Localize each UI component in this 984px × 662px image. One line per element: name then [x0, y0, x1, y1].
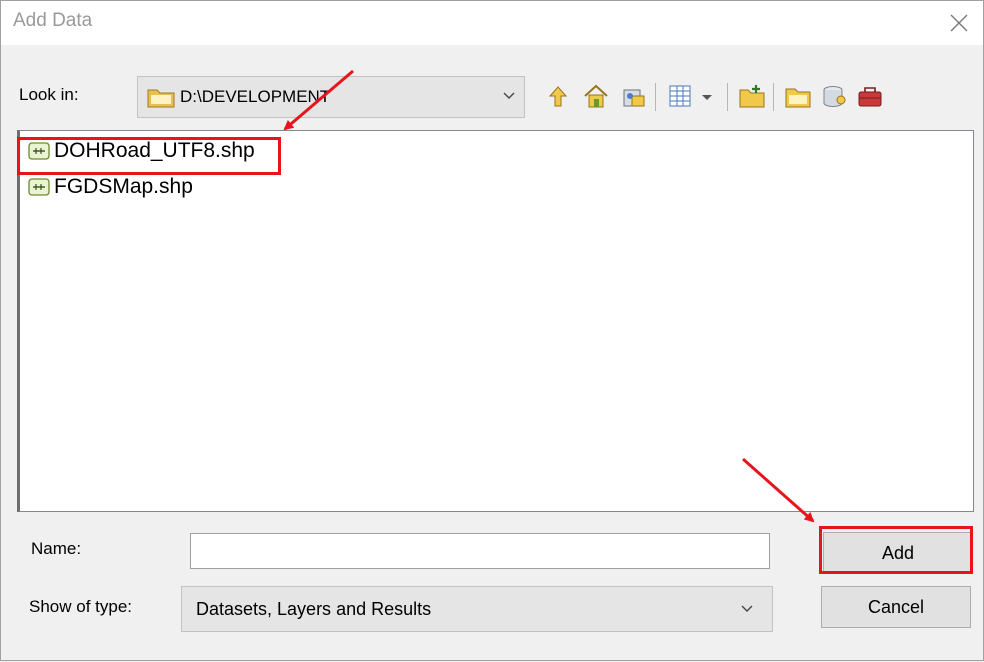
- chevron-down-icon: [502, 89, 516, 108]
- name-label: Name:: [31, 539, 82, 558]
- add-button[interactable]: Add: [823, 532, 973, 574]
- file-name: DOHRoad_UTF8.shp: [54, 139, 255, 162]
- look-in-path: D:\DEVELOPMENT: [180, 87, 331, 106]
- chevron-down-icon: [740, 602, 754, 621]
- title-bar: Add Data: [1, 1, 983, 45]
- folder-icon: [785, 88, 811, 108]
- new-folder-icon: [739, 85, 765, 108]
- view-list-icon: [669, 85, 691, 107]
- look-in-dropdown[interactable]: D:\DEVELOPMENT: [137, 76, 525, 118]
- new-folder-button[interactable]: [735, 79, 769, 113]
- toolbox-button[interactable]: [853, 79, 887, 113]
- add-data-dialog: Add Data Look in: D:\DEVELOPMENT DOHRoad…: [0, 0, 984, 661]
- folder-icon: [147, 86, 175, 113]
- line-shapefile-icon: [28, 142, 50, 165]
- connect-folder-button[interactable]: [617, 79, 651, 113]
- up-one-level-icon: [548, 86, 568, 107]
- file-list[interactable]: DOHRoad_UTF8.shp FGDSMap.shp: [17, 130, 974, 512]
- database-icon: [823, 86, 846, 107]
- connect-folder-icon: [623, 89, 645, 107]
- show-type-dropdown[interactable]: Datasets, Layers and Results: [181, 586, 773, 632]
- view-dropdown-button[interactable]: [695, 79, 719, 113]
- database-button[interactable]: [817, 79, 851, 113]
- toolbar-separator: [773, 83, 774, 111]
- home-button[interactable]: [579, 79, 613, 113]
- view-list-button[interactable]: [663, 79, 697, 113]
- file-name: FGDSMap.shp: [54, 175, 193, 198]
- view-dropdown-icon: [702, 95, 712, 100]
- look-in-label: Look in:: [19, 85, 79, 104]
- home-icon: [584, 84, 608, 108]
- show-type-value: Datasets, Layers and Results: [196, 599, 432, 619]
- up-one-level-button[interactable]: [541, 79, 575, 113]
- close-button[interactable]: [949, 13, 969, 33]
- cancel-button[interactable]: Cancel: [821, 586, 971, 628]
- name-field[interactable]: [190, 533, 770, 569]
- line-shapefile-icon: [28, 178, 50, 201]
- close-icon: [950, 14, 968, 32]
- toolbar-separator: [655, 83, 656, 111]
- dialog-title: Add Data: [13, 10, 93, 31]
- folder-button[interactable]: [781, 79, 815, 113]
- show-type-label: Show of type:: [29, 597, 133, 616]
- toolbar-separator: [727, 83, 728, 111]
- toolbox-icon: [858, 87, 882, 107]
